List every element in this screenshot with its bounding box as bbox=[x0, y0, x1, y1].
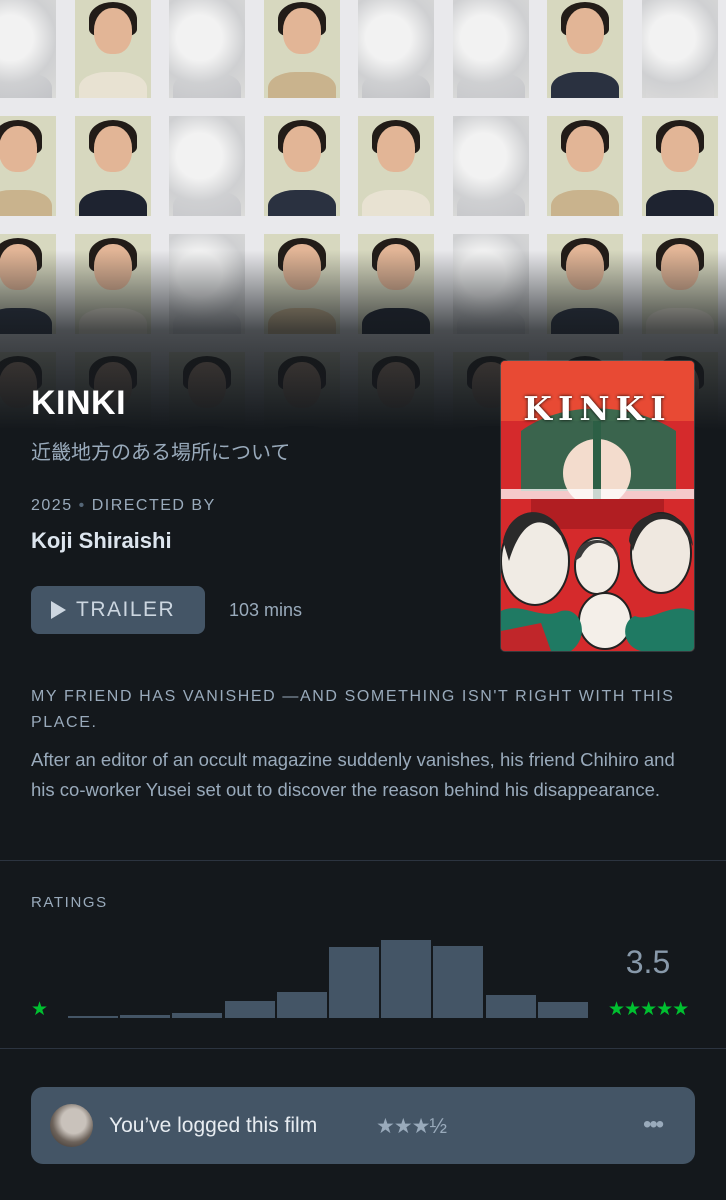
histogram-bar[interactable] bbox=[433, 946, 484, 1018]
original-title: 近畿地方のある場所について bbox=[31, 440, 291, 464]
trailer-label: TRAILER bbox=[76, 598, 176, 621]
user-rating: ★★★½ bbox=[376, 1115, 447, 1138]
section-divider bbox=[0, 860, 726, 861]
histogram-bar[interactable] bbox=[120, 1015, 171, 1018]
histogram-bar[interactable] bbox=[485, 995, 536, 1018]
film-title: KINKI bbox=[31, 384, 127, 422]
directed-by-label: DIRECTED BY bbox=[91, 497, 216, 514]
logged-text: You’ve logged this film bbox=[109, 1114, 318, 1137]
film-poster[interactable]: KINKI bbox=[501, 361, 694, 651]
ratings-histogram[interactable] bbox=[68, 936, 590, 1018]
section-divider bbox=[0, 1048, 726, 1049]
five-star-icon: ★★★★★ bbox=[608, 999, 689, 1020]
star-icon: ★ bbox=[31, 999, 49, 1020]
more-icon[interactable]: ••• bbox=[643, 1111, 664, 1139]
histogram-bar[interactable] bbox=[68, 1016, 118, 1018]
histogram-bar[interactable] bbox=[224, 1001, 275, 1018]
histogram-bar[interactable] bbox=[381, 940, 432, 1018]
meta-separator: • bbox=[78, 497, 86, 514]
release-year[interactable]: 2025 bbox=[31, 497, 73, 514]
director-name[interactable]: Koji Shiraishi bbox=[31, 528, 172, 554]
trailer-button[interactable]: TRAILER bbox=[31, 586, 205, 634]
avatar[interactable] bbox=[50, 1104, 93, 1147]
tagline: MY FRIEND HAS VANISHED —AND SOMETHING IS… bbox=[31, 688, 675, 731]
histogram-bar[interactable] bbox=[537, 1002, 588, 1018]
histogram-bar[interactable] bbox=[329, 947, 379, 1018]
film-meta: 2025 • DIRECTED BY bbox=[31, 497, 216, 515]
histogram-bar[interactable] bbox=[276, 992, 327, 1018]
synopsis: After an editor of an occult magazine su… bbox=[31, 749, 675, 800]
poster-title: KINKI bbox=[523, 389, 672, 428]
play-icon bbox=[51, 601, 66, 619]
histogram-bar[interactable] bbox=[172, 1013, 223, 1018]
logged-film-bar[interactable]: You’ve logged this film ★★★½ ••• bbox=[31, 1087, 695, 1164]
ratings-label: RATINGS bbox=[31, 894, 108, 911]
average-rating: 3.5 bbox=[625, 944, 671, 980]
runtime: 103 mins bbox=[229, 600, 303, 620]
